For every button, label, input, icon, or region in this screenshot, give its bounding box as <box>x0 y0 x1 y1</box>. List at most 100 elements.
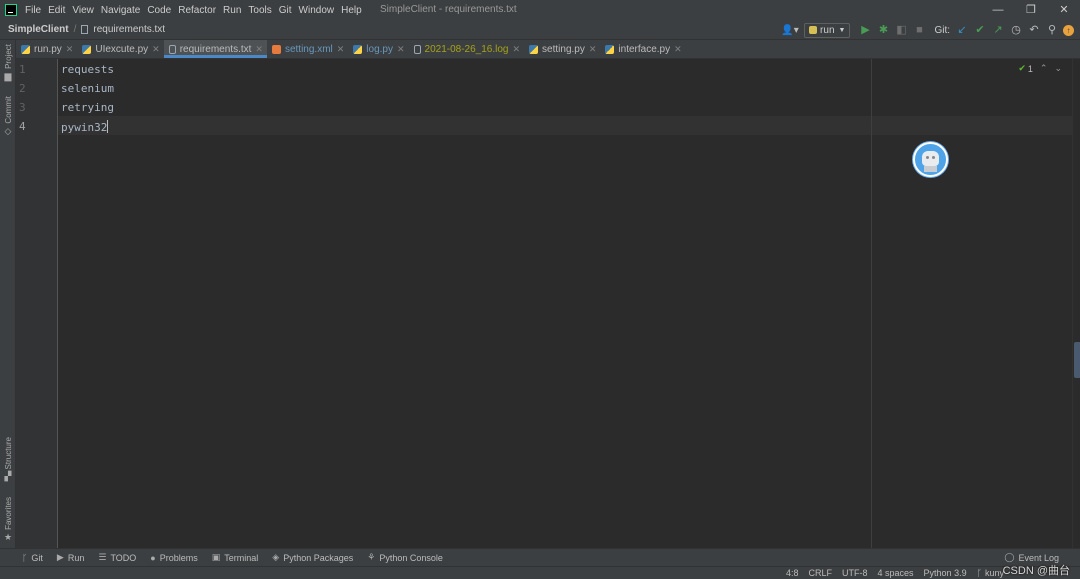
text-caret <box>107 120 109 133</box>
avatar-eye <box>926 156 929 159</box>
rollback-icon[interactable]: ↶ <box>1025 21 1043 39</box>
menu-help[interactable]: Help <box>341 5 362 16</box>
caret-position[interactable]: 4:8 <box>786 568 799 578</box>
tab-label: log.py <box>366 43 393 55</box>
inspection-widget[interactable]: ✔ 1 ⌃ ⌄ <box>1018 63 1062 74</box>
python-icon <box>809 26 818 34</box>
menu-refactor[interactable]: Refactor <box>178 5 216 16</box>
menu-bar: File Edit View Navigate Code Refactor Ru… <box>0 0 1080 20</box>
tool-window-todo[interactable]: ☰ TODO <box>98 552 136 563</box>
editor-tab-bar: run.py ✕ UIexcute.py ✕ requirements.txt … <box>16 40 1080 59</box>
history-icon[interactable]: ◷ <box>1007 21 1025 39</box>
xml-file-icon <box>271 44 281 54</box>
favorites-tool-tab[interactable]: Favorites ★ <box>1 497 15 543</box>
menu-view[interactable]: View <box>72 5 94 16</box>
tab-setting-py[interactable]: setting.py ✕ <box>524 40 600 58</box>
git-branch[interactable]: kuny <box>985 568 1004 578</box>
close-tab-icon[interactable]: ✕ <box>397 44 405 55</box>
tool-window-git[interactable]: ᚴ Git <box>22 553 43 563</box>
project-tool-tab[interactable]: Project ▆ <box>1 44 15 82</box>
watermark: CSDN @曲台 <box>1002 565 1070 577</box>
line-number-gutter: 1 2 3 4 <box>16 59 58 548</box>
info-icon: ● <box>150 552 156 563</box>
breadcrumb-file[interactable]: requirements.txt <box>93 24 165 35</box>
restore-icon[interactable]: ❐ <box>1023 2 1039 18</box>
git-branch-icon: ᚴ <box>976 568 982 578</box>
menu-navigate[interactable]: Navigate <box>101 5 140 16</box>
run-configuration-label: run <box>820 24 835 36</box>
stop-icon[interactable]: ■ <box>910 21 928 39</box>
favorites-tab-label: Favorites <box>3 497 13 530</box>
git-label: Git: <box>934 24 950 36</box>
project-tab-label: Project <box>3 44 13 69</box>
scrollbar-thumb[interactable] <box>1074 342 1080 378</box>
chevron-down-icon: ▼ <box>838 26 846 34</box>
run-icon: ▶ <box>56 552 64 562</box>
tab-requirements-txt[interactable]: requirements.txt ✕ <box>163 40 268 58</box>
file-encoding[interactable]: UTF-8 <box>842 568 868 578</box>
python-interpreter[interactable]: Python 3.9 <box>924 568 967 578</box>
menu-edit[interactable]: Edit <box>48 5 65 16</box>
minimize-icon[interactable]: — <box>990 2 1006 18</box>
commit-tab-label: Commit <box>3 96 13 124</box>
tool-window-terminal[interactable]: ▣ Terminal <box>212 552 259 563</box>
close-tab-icon[interactable]: ✕ <box>255 44 263 55</box>
tab-log-file[interactable]: 2021-08-26_16.log ✕ <box>409 40 525 58</box>
code-editor[interactable]: requests selenium retrying pywin32 ✔ 1 ⌃… <box>58 59 1072 548</box>
close-tab-icon[interactable]: ✕ <box>589 44 597 55</box>
coverage-icon[interactable]: ◧ <box>892 21 910 39</box>
current-line-highlight <box>58 116 1072 135</box>
close-tab-icon[interactable]: ✕ <box>152 44 160 55</box>
breadcrumb-project[interactable]: SimpleClient <box>8 24 69 35</box>
tab-log-py[interactable]: log.py ✕ <box>348 40 408 58</box>
menu-code[interactable]: Code <box>147 5 171 16</box>
python-file-icon <box>529 44 539 54</box>
ide-update-icon[interactable]: ↑ <box>1063 24 1074 36</box>
tab-interface-py[interactable]: interface.py ✕ <box>600 40 685 58</box>
close-tab-icon[interactable]: ✕ <box>674 44 682 55</box>
python-file-icon <box>353 44 363 54</box>
assistant-avatar[interactable] <box>913 142 948 177</box>
close-tab-icon[interactable]: ✕ <box>337 44 345 55</box>
vcs-user-icon[interactable]: 👤▾ <box>780 25 800 36</box>
status-bar: 4:8 CRLF UTF-8 4 spaces Python 3.9 ᚴ kun… <box>0 566 1080 579</box>
chevron-up-icon[interactable]: ⌃ <box>1040 63 1048 74</box>
indent-setting[interactable]: 4 spaces <box>878 568 914 578</box>
menu-file[interactable]: File <box>25 5 41 16</box>
search-icon[interactable]: ⚲ <box>1043 21 1061 39</box>
tool-window-label: Run <box>67 552 85 563</box>
git-push-icon[interactable]: ↗ <box>989 21 1007 39</box>
menu-tools[interactable]: Tools <box>248 5 271 16</box>
menu-run[interactable]: Run <box>223 5 241 16</box>
debug-icon[interactable]: ✱ <box>874 21 892 39</box>
run-icon[interactable]: ▶ <box>856 21 874 39</box>
tool-window-python-packages[interactable]: ◈ Python Packages <box>272 552 353 563</box>
git-update-icon[interactable]: ↙ <box>953 21 971 39</box>
menu-git[interactable]: Git <box>279 5 292 16</box>
tool-window-python-console[interactable]: ⚘ Python Console <box>367 552 443 563</box>
code-line-current[interactable]: pywin32 <box>61 120 109 134</box>
avatar-body <box>924 166 937 172</box>
line-separator[interactable]: CRLF <box>809 568 833 578</box>
close-tab-icon[interactable]: ✕ <box>513 44 521 55</box>
window-title: SimpleClient - requirements.txt <box>380 4 517 15</box>
chevron-down-icon[interactable]: ⌄ <box>1054 63 1062 74</box>
tab-uiexcute-py[interactable]: UIexcute.py ✕ <box>77 40 163 58</box>
code-line[interactable]: selenium <box>61 82 114 95</box>
git-branch-icon: ᚴ <box>22 552 28 563</box>
structure-tool-tab[interactable]: Structure ▞ <box>1 437 15 482</box>
close-window-icon[interactable]: ✕ <box>1056 2 1072 18</box>
tab-setting-xml[interactable]: setting.xml ✕ <box>267 40 348 58</box>
tab-run-py[interactable]: run.py ✕ <box>16 40 77 58</box>
run-configuration-select[interactable]: run ▼ <box>804 22 851 38</box>
git-commit-icon[interactable]: ✔ <box>971 21 989 39</box>
menu-window[interactable]: Window <box>299 5 335 16</box>
commit-tool-tab[interactable]: Commit ◇ <box>1 96 15 137</box>
tool-window-label: Git <box>31 552 43 563</box>
tool-window-run[interactable]: ▶ Run <box>57 552 84 563</box>
code-line[interactable]: retrying <box>61 101 114 114</box>
tool-window-problems[interactable]: ● Problems <box>150 553 197 563</box>
close-tab-icon[interactable]: ✕ <box>66 44 74 55</box>
editor-scrollbar[interactable] <box>1072 59 1080 548</box>
code-line[interactable]: requests <box>61 63 114 76</box>
